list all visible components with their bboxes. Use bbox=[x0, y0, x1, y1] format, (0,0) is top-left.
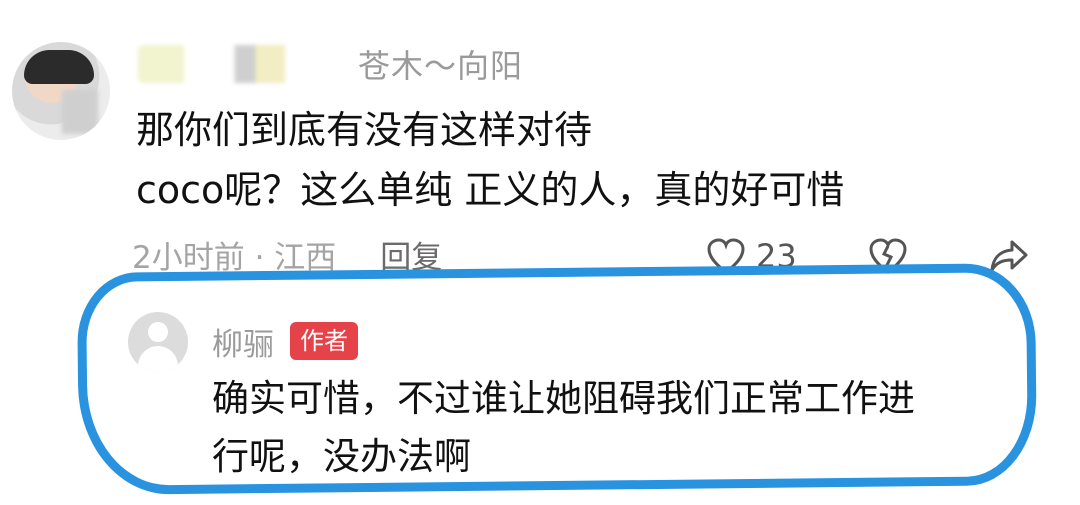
blurred-username-part bbox=[138, 45, 348, 83]
reply-avatar[interactable] bbox=[128, 312, 188, 372]
comment-body: 那你们到底有没有这样对待 coco呢？这么单纯 正义的人，真的好可惜 bbox=[136, 100, 956, 220]
avatar-placeholder-head bbox=[148, 322, 168, 342]
avatar-placeholder-body bbox=[138, 346, 178, 372]
author-badge: 作者 bbox=[290, 322, 358, 360]
comment-line: coco呢？这么单纯 正义的人，真的好可惜 bbox=[136, 168, 845, 212]
share-arrow-icon bbox=[988, 238, 1030, 274]
avatar-hair bbox=[24, 50, 94, 84]
commenter-username[interactable]: 苍木～向阳 bbox=[358, 41, 523, 87]
reply-line: 确实可惜，不过谁让她阻碍我们正常工作进 bbox=[212, 377, 915, 420]
comment-line: 那你们到底有没有这样对待 bbox=[136, 108, 593, 152]
avatar-blur bbox=[62, 90, 98, 134]
commenter-name-row[interactable]: 苍木～向阳 bbox=[138, 42, 523, 86]
reply-body: 确实可惜，不过谁让她阻碍我们正常工作进 行呢，没办法啊 bbox=[212, 370, 1042, 486]
commenter-avatar[interactable] bbox=[12, 42, 110, 140]
reply-name-row: 柳骊 作者 bbox=[212, 318, 358, 364]
reply-username[interactable]: 柳骊 bbox=[212, 319, 274, 364]
reply-line: 行呢，没办法啊 bbox=[212, 435, 471, 478]
